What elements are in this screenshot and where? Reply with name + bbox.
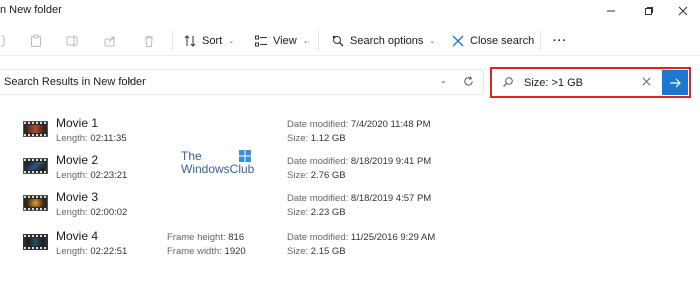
clipboard-icon [31,34,41,47]
title-bar: n New folder [0,0,700,22]
file-date-modified: Date modified: 8/18/2019 9:41 PM [287,156,432,167]
delete-button[interactable] [141,33,157,49]
clear-search-button[interactable] [642,75,651,89]
file-name: Movie 1 [56,116,99,130]
address-dropdown-button[interactable]: ⌄ [440,76,447,85]
cut-icon [1,35,5,47]
minimize-icon [607,10,615,12]
more-icon: ··· [553,35,567,47]
sort-label: Sort [202,35,223,47]
file-length: Length: 02:23:21 [56,170,128,181]
file-length: Length: 02:22:51 [56,246,128,257]
close-icon [451,34,465,48]
search-options-icon [331,34,345,48]
window-title: n New folder [0,4,62,16]
chevron-down-icon: ⌄ [228,38,235,45]
list-item[interactable]: Movie 2 Length: 02:23:21 Date modified: … [0,149,700,185]
command-bar: Sort ⌄ View ⌄ Search options ⌄ Close sea… [0,26,700,56]
toolbar-divider [540,31,541,51]
minimize-button[interactable] [596,2,626,20]
paste-button[interactable] [28,33,44,49]
file-date-modified: Date modified: 8/18/2019 4:57 PM [287,193,432,204]
windows-logo-icon [239,150,251,162]
list-item[interactable]: Movie 4 Length: 02:22:51 Frame height: 8… [0,225,700,261]
breadcrumb-chevron-icon[interactable]: › [128,75,132,87]
view-button[interactable]: View ⌄ [254,32,309,50]
file-size: Size: 2.76 GB [287,170,346,181]
close-icon [678,6,688,16]
chevron-down-icon: ⌄ [302,38,309,45]
maximize-button[interactable] [634,2,664,20]
arrow-right-icon [670,78,681,87]
close-icon [642,77,651,86]
share-button[interactable] [102,33,118,49]
list-item[interactable]: Movie 3 Length: 02:00:02 Date modified: … [0,186,700,222]
close-search-button[interactable]: Close search [451,32,534,50]
frame-height: Frame height: 816 [167,232,245,243]
file-date-modified: Date modified: 7/4/2020 11:48 PM [287,119,431,130]
search-icon [502,76,514,91]
view-label: View [273,35,297,47]
close-window-button[interactable] [668,2,698,20]
chevron-down-icon: ⌄ [429,38,436,45]
file-name: Movie 2 [56,153,99,167]
view-icon [254,34,268,48]
search-options-button[interactable]: Search options ⌄ [331,32,435,50]
video-thumbnail [23,234,48,250]
more-options-button[interactable]: ··· [553,32,567,50]
watermark-line-2: WindowsClub [181,162,255,176]
sort-button[interactable]: Sort ⌄ [183,32,234,50]
video-thumbnail [23,158,48,174]
frame-width: Frame width: 1920 [167,246,246,257]
search-options-label: Search options [350,35,424,47]
file-name: Movie 4 [56,229,99,243]
search-input[interactable] [524,74,634,91]
list-item[interactable]: Movie 1 Length: 02:11:35 Date modified: … [0,112,700,148]
file-name: Movie 3 [56,190,99,204]
file-length: Length: 02:11:35 [56,133,127,144]
file-length: Length: 02:00:02 [56,207,128,218]
rename-button[interactable] [64,33,80,49]
toolbar-divider [318,31,319,51]
trash-icon [145,36,153,47]
file-size: Size: 2.15 GB [287,246,346,257]
rename-icon [66,35,78,47]
file-date-modified: Date modified: 11/25/2016 9:29 AM [287,232,436,243]
refresh-icon [464,76,473,86]
video-thumbnail [23,195,48,211]
search-box[interactable] [494,70,660,95]
refresh-button[interactable] [462,75,476,89]
cut-button[interactable] [0,33,16,49]
file-size: Size: 2.23 GB [287,207,346,218]
address-bar[interactable]: Search Results in New folder › ⌄ [0,69,484,95]
restore-icon [645,7,653,15]
search-go-button[interactable] [662,70,688,95]
watermark: The WindowsClub [181,150,261,180]
share-icon [104,36,115,47]
file-size: Size: 1.12 GB [287,133,346,144]
sort-icon [183,34,197,48]
close-search-label: Close search [470,35,535,47]
breadcrumb[interactable]: Search Results in New folder [4,76,146,88]
video-thumbnail [23,121,48,137]
toolbar-divider [172,31,173,51]
